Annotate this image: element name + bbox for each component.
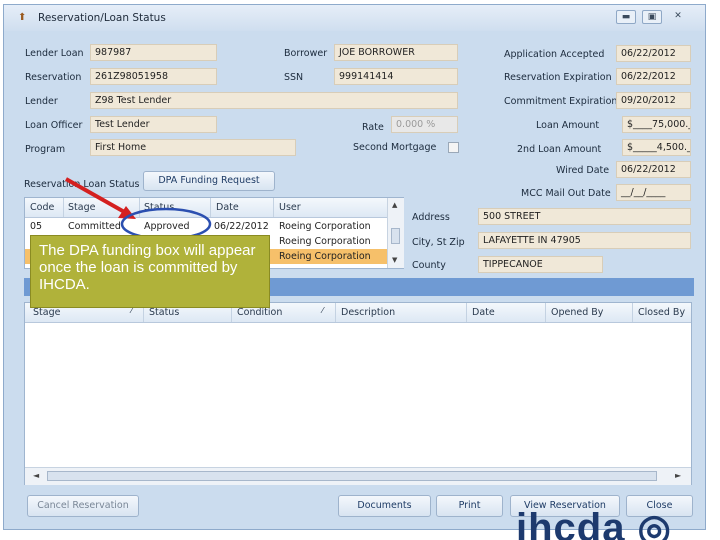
red-arrow-icon [65,177,129,216]
dpa-funding-callout: The DPA funding box will appear once the… [30,235,270,308]
logo-text: ihcda [516,506,626,540]
ihcda-logo: ihcda ◎ [516,506,672,540]
